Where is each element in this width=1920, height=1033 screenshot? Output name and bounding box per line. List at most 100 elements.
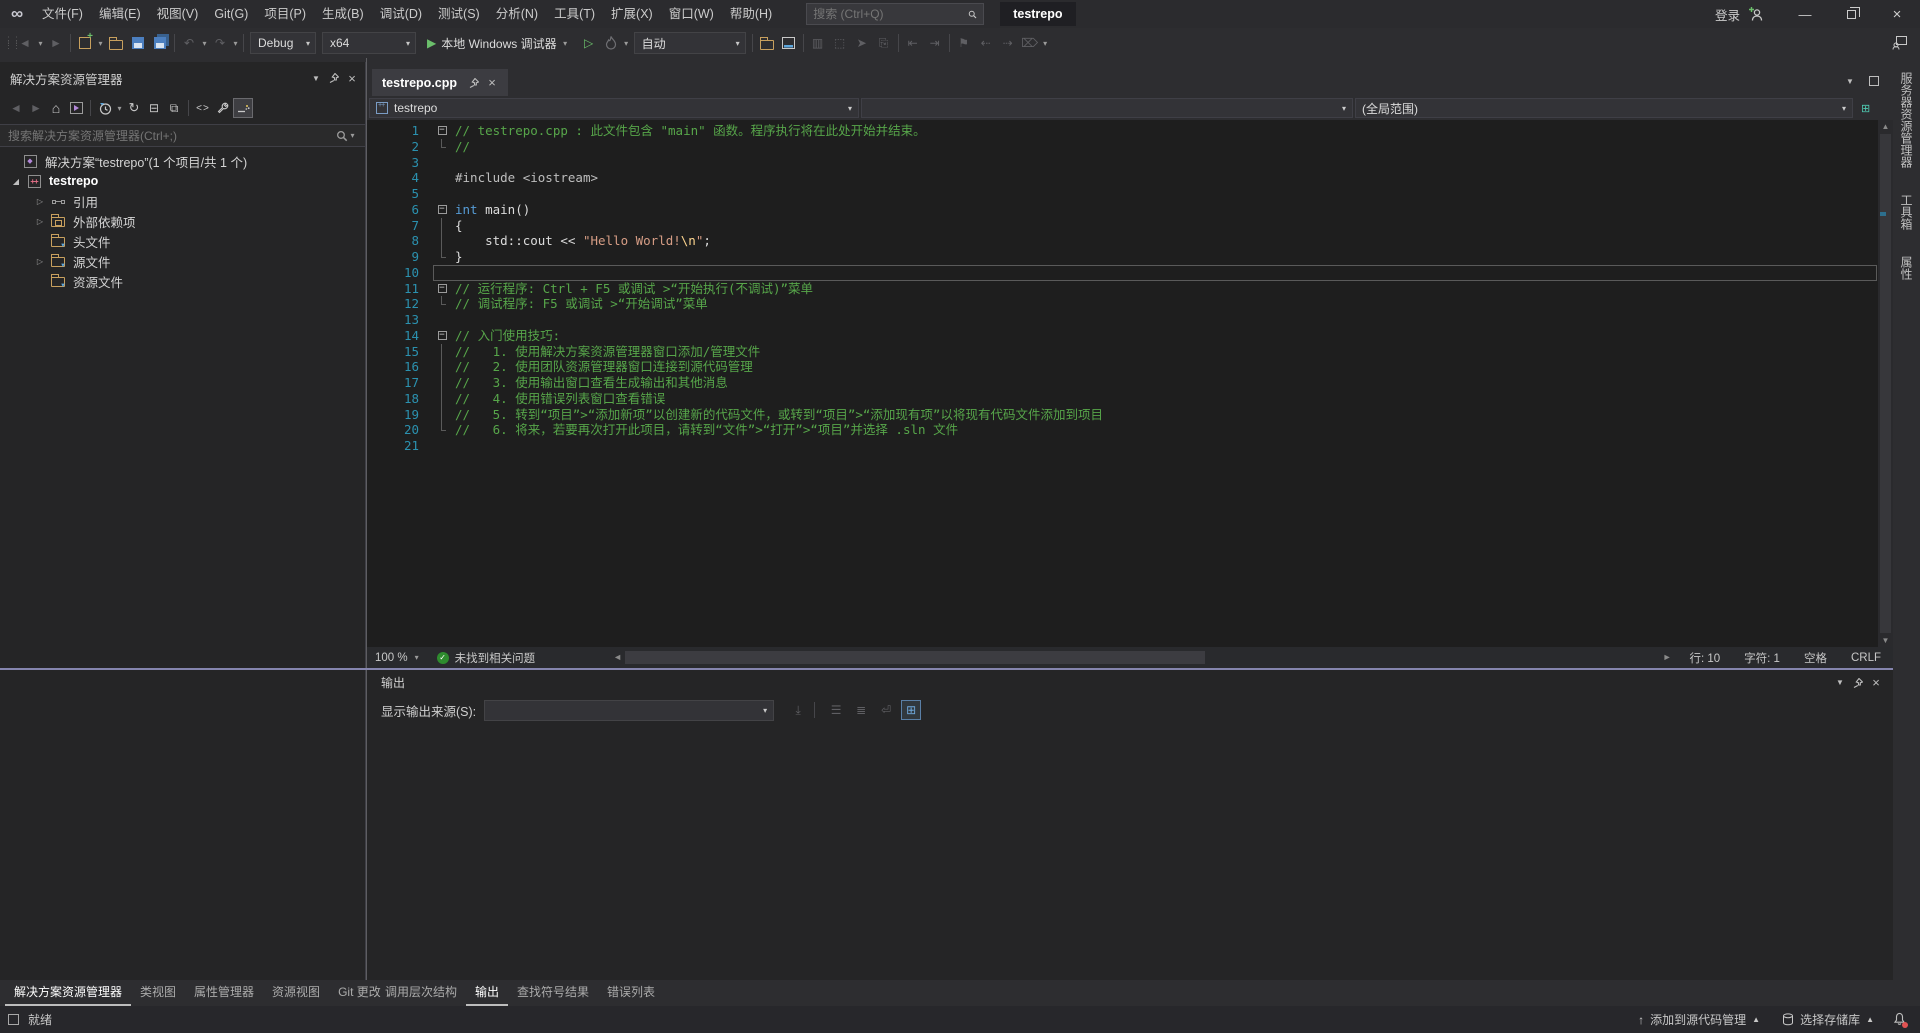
output-close-icon[interactable]: × bbox=[1867, 674, 1885, 692]
close-panel-icon[interactable]: × bbox=[343, 69, 361, 87]
code-line[interactable]: 9} bbox=[367, 249, 1893, 265]
new-project-button[interactable] bbox=[74, 32, 96, 54]
tool-tab[interactable]: 查找符号结果 bbox=[508, 980, 598, 1006]
undo-dropdown[interactable]: ▾ bbox=[200, 39, 209, 48]
member-scope-select[interactable]: (全局范围)▾ bbox=[1355, 98, 1853, 118]
tool-tab[interactable]: 资源视图 bbox=[263, 980, 329, 1006]
output-options-chevron[interactable]: ▼ bbox=[1831, 674, 1849, 692]
code-line[interactable]: 1−// testrepo.cpp : 此文件包含 "main" 函数。程序执行… bbox=[367, 123, 1893, 139]
open-file-button[interactable] bbox=[105, 32, 127, 54]
se-search-options-dropdown[interactable]: ▾ bbox=[348, 131, 357, 140]
output-pin-icon[interactable] bbox=[1849, 674, 1867, 692]
float-window-icon[interactable] bbox=[1869, 76, 1879, 86]
menu-item[interactable]: 扩展(X) bbox=[603, 0, 661, 28]
tree-expander-icon[interactable]: ▷ bbox=[32, 197, 48, 206]
close-button[interactable]: × bbox=[1874, 0, 1920, 28]
navigate-forward-button[interactable]: ► bbox=[45, 32, 67, 54]
se-switch-views-button[interactable] bbox=[66, 98, 86, 118]
autohide-tool-tab[interactable]: 工具箱 bbox=[1898, 190, 1915, 234]
active-project-badge[interactable]: testrepo bbox=[1000, 2, 1075, 26]
previous-bookmark-button[interactable]: ⇠ bbox=[975, 32, 997, 54]
fold-collapse-icon[interactable]: − bbox=[433, 202, 451, 218]
code-editor[interactable]: 1−// testrepo.cpp : 此文件包含 "main" 函数。程序执行… bbox=[367, 120, 1893, 647]
sign-in-button[interactable]: 登录 bbox=[1715, 5, 1740, 24]
fold-collapse-icon[interactable]: − bbox=[433, 123, 451, 139]
menu-item[interactable]: 文件(F) bbox=[34, 0, 91, 28]
marquee-selection-icon[interactable]: ⬚ bbox=[829, 32, 851, 54]
toolbar-grip[interactable]: ⋮⋮⋮⋮ bbox=[4, 38, 14, 48]
se-forward-button[interactable]: ► bbox=[26, 98, 46, 118]
tree-item[interactable]: 解决方案“testrepo”(1 个项目/共 1 个) bbox=[0, 151, 365, 171]
tree-item[interactable]: ▷引用 bbox=[0, 191, 365, 211]
tool-tab[interactable]: 错误列表 bbox=[598, 980, 664, 1006]
tool-tab[interactable]: 调用层次结构 bbox=[376, 980, 466, 1006]
hot-reload-dropdown[interactable]: ▾ bbox=[622, 39, 631, 48]
navigate-back-button[interactable]: ◄ bbox=[14, 32, 36, 54]
solution-configuration-select[interactable]: Debug▾ bbox=[250, 32, 316, 54]
split-editor-icon[interactable]: ⊞ bbox=[1861, 102, 1870, 115]
document-tab[interactable]: testrepo.cpp × bbox=[372, 69, 508, 96]
restore-button[interactable] bbox=[1828, 0, 1874, 28]
tool-tab[interactable]: 输出 bbox=[466, 980, 508, 1006]
menu-item[interactable]: 窗口(W) bbox=[661, 0, 722, 28]
fold-collapse-icon[interactable]: − bbox=[433, 328, 451, 344]
menu-item[interactable]: 生成(B) bbox=[314, 0, 372, 28]
cursor-column-indicator[interactable]: 字符: 1 bbox=[1732, 650, 1792, 666]
se-home-button[interactable]: ⌂ bbox=[46, 98, 66, 118]
properties-window-button[interactable] bbox=[778, 32, 800, 54]
cursor-icon[interactable]: ➤ bbox=[851, 32, 873, 54]
indentation-indicator[interactable]: 空格 bbox=[1792, 650, 1839, 666]
increase-indent-button[interactable]: ⇥ bbox=[924, 32, 946, 54]
code-line[interactable]: 21 bbox=[367, 438, 1893, 454]
se-filter-dropdown[interactable]: ▾ bbox=[115, 104, 124, 113]
se-search-input[interactable] bbox=[8, 129, 336, 143]
tree-item[interactable]: ◢testrepo bbox=[0, 171, 365, 191]
scroll-right-icon[interactable]: ► bbox=[1663, 647, 1672, 668]
quick-search-box[interactable] bbox=[806, 3, 984, 25]
tool-tab[interactable]: 属性管理器 bbox=[185, 980, 263, 1006]
background-tasks-icon[interactable] bbox=[8, 1014, 19, 1025]
scrollbar-thumb[interactable] bbox=[1880, 134, 1891, 633]
cursor-line-indicator[interactable]: 行: 10 bbox=[1677, 650, 1732, 666]
document-health-indicator[interactable]: ✓ 未找到相关问题 bbox=[427, 650, 546, 666]
redo-button[interactable]: ↷ bbox=[209, 32, 231, 54]
fold-collapse-icon[interactable]: − bbox=[433, 281, 451, 297]
scroll-down-icon[interactable]: ▼ bbox=[1878, 636, 1893, 645]
code-line[interactable]: 7{ bbox=[367, 218, 1893, 234]
code-line[interactable]: 4#include <iostream> bbox=[367, 170, 1893, 186]
vertical-scrollbar[interactable]: ▲ ▼ bbox=[1878, 120, 1893, 647]
navigate-back-dropdown[interactable]: ▾ bbox=[36, 39, 45, 48]
menu-item[interactable]: 帮助(H) bbox=[722, 0, 780, 28]
next-bookmark-button[interactable]: ⇢ bbox=[997, 32, 1019, 54]
line-ending-indicator[interactable]: CRLF bbox=[1839, 652, 1893, 664]
notifications-button[interactable] bbox=[1888, 1009, 1910, 1031]
paste-icon[interactable]: ⎘ bbox=[873, 32, 895, 54]
active-files-dropdown[interactable]: ▼ bbox=[1841, 72, 1859, 90]
pin-icon[interactable] bbox=[325, 69, 343, 87]
redo-dropdown[interactable]: ▾ bbox=[231, 39, 240, 48]
tool-tab[interactable]: 类视图 bbox=[131, 980, 185, 1006]
tree-item[interactable]: 资源文件 bbox=[0, 271, 365, 291]
tree-expander-icon[interactable]: ▷ bbox=[32, 257, 48, 266]
select-repository-button[interactable]: 选择存储库 ▲ bbox=[1774, 1006, 1882, 1033]
code-line[interactable]: 16// 2. 使用团队资源管理器窗口连接到源代码管理 bbox=[367, 359, 1893, 375]
clear-all-output-icon[interactable]: ⊞ bbox=[901, 700, 921, 720]
code-line[interactable]: 17// 3. 使用输出窗口查看生成输出和其他消息 bbox=[367, 375, 1893, 391]
menu-item[interactable]: 测试(S) bbox=[430, 0, 488, 28]
tree-item[interactable]: ▷外部依赖项 bbox=[0, 211, 365, 231]
solution-platform-select[interactable]: x64▾ bbox=[322, 32, 416, 54]
code-line[interactable]: 6−int main() bbox=[367, 202, 1893, 218]
tree-expander-icon[interactable]: ◢ bbox=[8, 177, 24, 186]
code-line[interactable]: 10 bbox=[367, 265, 1893, 281]
menu-item[interactable]: 项目(P) bbox=[256, 0, 314, 28]
code-metrics-icon[interactable]: ▥ bbox=[807, 32, 829, 54]
toolbar-overflow[interactable]: ▾ bbox=[1041, 39, 1050, 48]
se-copy-button[interactable]: ⧉ bbox=[164, 98, 184, 118]
debug-target-mode-select[interactable]: 自动▾ bbox=[634, 32, 746, 54]
menu-item[interactable]: 视图(V) bbox=[149, 0, 207, 28]
code-line[interactable]: 8 std::cout << "Hello World!\n"; bbox=[367, 233, 1893, 249]
add-to-source-control-button[interactable]: ↑ 添加到源代码管理 ▲ bbox=[1630, 1006, 1768, 1033]
code-line[interactable]: 2// bbox=[367, 139, 1893, 155]
se-properties-button[interactable] bbox=[213, 98, 233, 118]
next-message-icon[interactable]: ≣ bbox=[851, 700, 871, 720]
